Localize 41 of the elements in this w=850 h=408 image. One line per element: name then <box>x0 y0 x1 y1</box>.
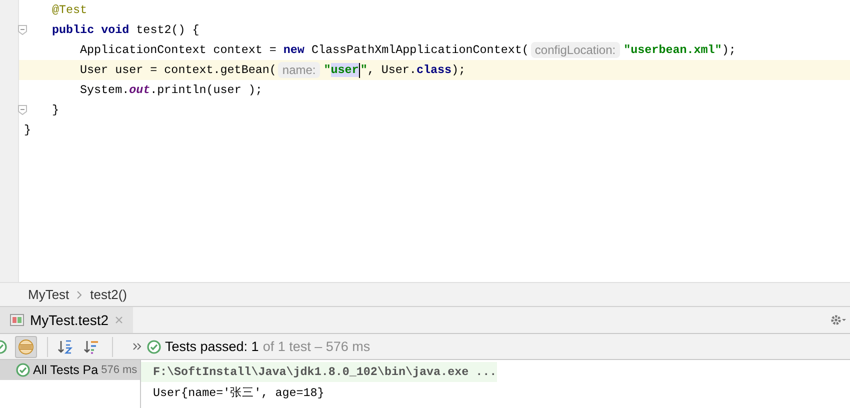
code-text: test2() { <box>135 23 200 37</box>
code-text: , User. <box>367 63 416 77</box>
test-tree-item[interactable]: All Tests Pa 576 ms <box>0 360 140 380</box>
settings-icon[interactable] <box>830 314 846 326</box>
parameter-hint: configLocation: <box>530 42 620 58</box>
status-text: Tests passed: 1 <box>165 339 259 354</box>
code-text: .println(user ); <box>150 83 262 97</box>
close-icon[interactable] <box>114 316 123 324</box>
more-icon[interactable] <box>133 343 141 350</box>
fold-marker-icon[interactable] <box>18 105 27 115</box>
fold-marker-icon[interactable] <box>18 25 27 35</box>
annotation: @Test <box>52 3 88 17</box>
code-text: ); <box>722 43 736 57</box>
code-text: ApplicationContext context = <box>80 43 278 57</box>
passed-icon <box>147 340 161 354</box>
chevron-icon <box>77 290 82 298</box>
parameter-hint: name: <box>278 62 320 78</box>
console-icon <box>10 314 24 326</box>
console-command: F:\SoftInstall\Java\jdk1.8.0_102\bin\java.exe ... <box>141 362 497 382</box>
passed-icon <box>16 363 30 377</box>
code-text: ClassPathXmlApplicationContext( <box>310 43 529 57</box>
selected-text: user <box>330 63 359 77</box>
keyword: new <box>283 43 304 57</box>
code-text: User user = context.getBean( <box>80 63 276 77</box>
breadcrumb[interactable]: MyTest <box>28 287 70 302</box>
status-detail: of 1 test – 576 ms <box>262 339 370 354</box>
field-name: out <box>129 83 150 97</box>
string-literal: " <box>360 63 368 77</box>
keyword: class <box>416 63 452 77</box>
code-text: System. <box>80 83 130 97</box>
console-output: User{name='张三', age=18} <box>152 384 326 402</box>
breadcrumb[interactable]: test2() <box>90 287 128 302</box>
string-literal: "userbean.xml" <box>624 43 722 57</box>
run-tab[interactable]: MyTest.test2 <box>0 307 133 333</box>
string-literal: " <box>324 63 331 77</box>
show-passed-button[interactable] <box>15 336 37 358</box>
code-text: ); <box>452 63 466 77</box>
code-text: } <box>52 103 60 117</box>
text-cursor <box>358 62 360 78</box>
keyword: public void <box>52 23 130 37</box>
code-text: } <box>24 123 32 137</box>
